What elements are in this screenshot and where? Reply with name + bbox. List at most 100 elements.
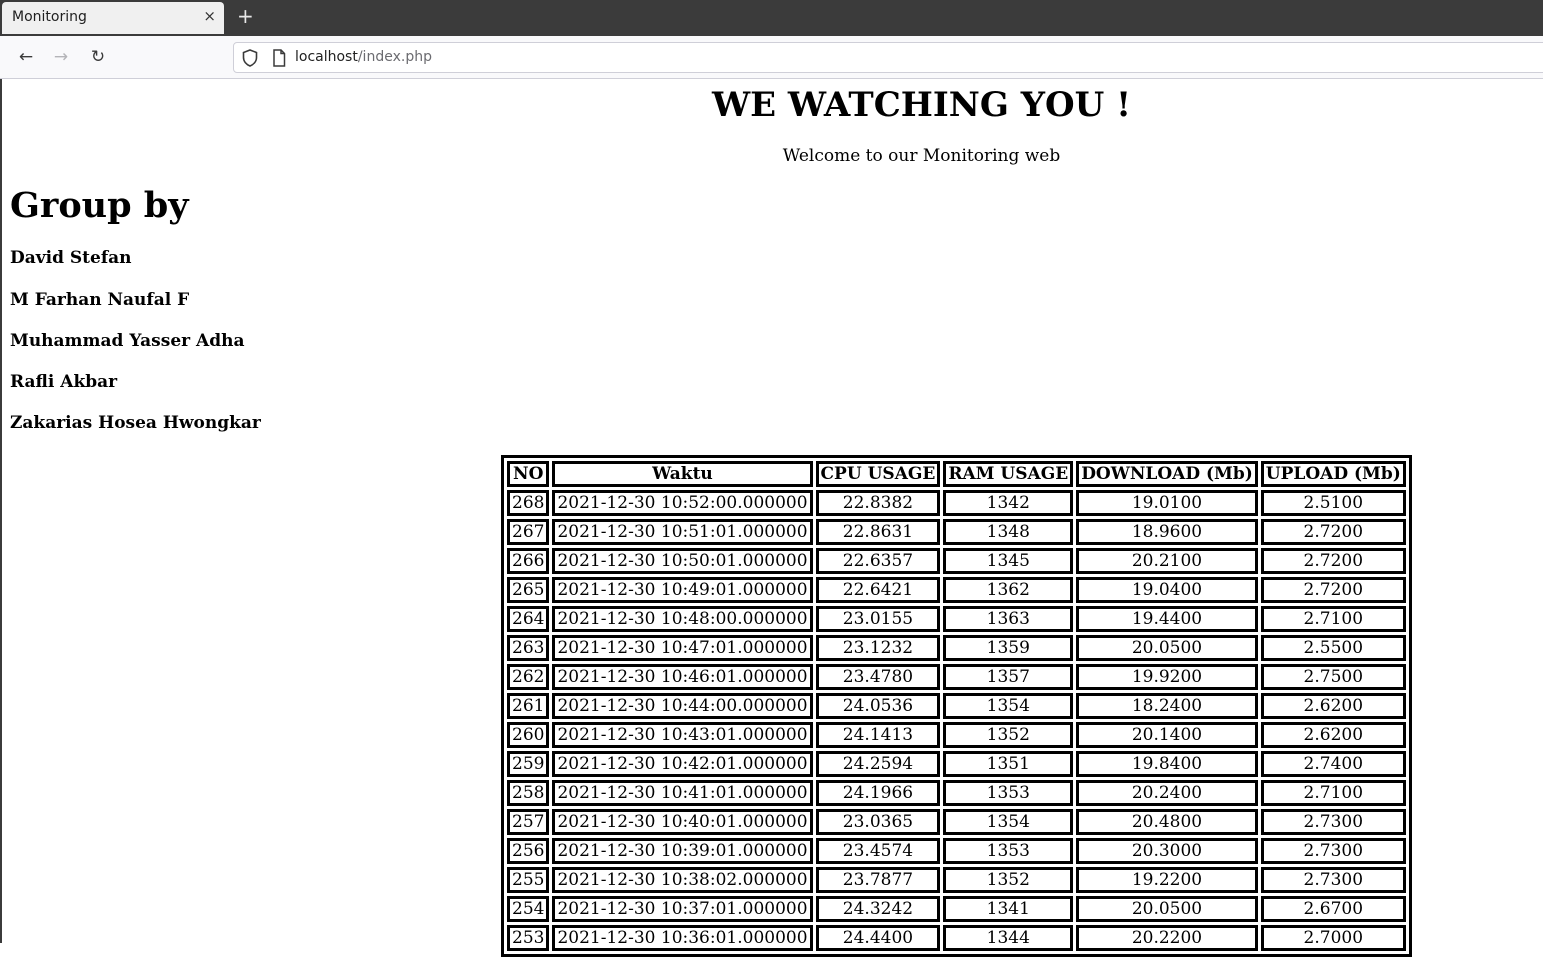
cell-cpu-usage: 24.1966 — [815, 780, 941, 806]
cell-ram-usage: 1359 — [943, 635, 1074, 661]
column-header-download: DOWNLOAD (Mb) — [1076, 461, 1258, 487]
cell-ram-usage: 1362 — [943, 577, 1074, 603]
cell-waktu: 2021-12-30 10:46:01.000000 — [552, 664, 813, 690]
table-row: 255 2021-12-30 10:38:02.000000 23.7877 1352… — [507, 867, 1406, 893]
browser-tab[interactable]: Monitoring × — [2, 2, 224, 34]
cell-cpu-usage: 24.4400 — [815, 925, 941, 951]
cell-ram-usage: 1352 — [943, 722, 1074, 748]
url-text[interactable]: localhost/index.php — [295, 49, 432, 65]
forward-icon[interactable]: → — [49, 45, 73, 69]
cell-cpu-usage: 24.3242 — [815, 896, 941, 922]
cell-waktu: 2021-12-30 10:49:01.000000 — [552, 577, 813, 603]
cell-ram-usage: 1363 — [943, 606, 1074, 632]
cell-waktu: 2021-12-30 10:36:01.000000 — [552, 925, 813, 951]
page-title: WE WATCHING YOU ! — [711, 85, 1132, 125]
cell-download: 20.2100 — [1076, 548, 1258, 574]
cell-upload: 2.7300 — [1260, 867, 1406, 893]
cell-download: 20.1400 — [1076, 722, 1258, 748]
cell-download: 20.0500 — [1076, 896, 1258, 922]
cell-ram-usage: 1341 — [943, 896, 1074, 922]
cell-download: 18.9600 — [1076, 519, 1258, 545]
cell-ram-usage: 1345 — [943, 548, 1074, 574]
cell-waktu: 2021-12-30 10:51:01.000000 — [552, 519, 813, 545]
cell-waktu: 2021-12-30 10:37:01.000000 — [552, 896, 813, 922]
member-name: David Stefan — [10, 248, 132, 268]
cell-upload: 2.7200 — [1260, 519, 1406, 545]
shield-icon[interactable] — [242, 49, 258, 67]
column-header-ram: RAM USAGE — [943, 461, 1074, 487]
cell-waktu: 2021-12-30 10:50:01.000000 — [552, 548, 813, 574]
cell-cpu-usage: 22.6421 — [815, 577, 941, 603]
cell-download: 19.9200 — [1076, 664, 1258, 690]
cell-upload: 2.7200 — [1260, 577, 1406, 603]
cell-no: 268 — [507, 490, 550, 516]
cell-upload: 2.7100 — [1260, 780, 1406, 806]
cell-cpu-usage: 22.8631 — [815, 519, 941, 545]
table-row: 260 2021-12-30 10:43:01.000000 24.1413 1352… — [507, 722, 1406, 748]
reload-icon[interactable]: ↻ — [86, 45, 110, 69]
cell-cpu-usage: 22.8382 — [815, 490, 941, 516]
cell-no: 267 — [507, 519, 550, 545]
cell-upload: 2.7400 — [1260, 751, 1406, 777]
monitoring-table: NO Waktu CPU USAGE RAM USAGE DOWNLOAD (M… — [501, 455, 1412, 957]
table-row: 259 2021-12-30 10:42:01.000000 24.2594 1351… — [507, 751, 1406, 777]
cell-ram-usage: 1344 — [943, 925, 1074, 951]
cell-cpu-usage: 23.4574 — [815, 838, 941, 864]
table-header-row: NO Waktu CPU USAGE RAM USAGE DOWNLOAD (M… — [507, 461, 1406, 487]
cell-cpu-usage: 24.0536 — [815, 693, 941, 719]
cell-download: 20.2200 — [1076, 925, 1258, 951]
back-icon[interactable]: ← — [14, 45, 38, 69]
cell-ram-usage: 1351 — [943, 751, 1074, 777]
address-bar[interactable]: localhost/index.php — [233, 42, 1543, 73]
cell-download: 19.0100 — [1076, 490, 1258, 516]
cell-upload: 2.6700 — [1260, 896, 1406, 922]
member-name: Muhammad Yasser Adha — [10, 331, 245, 351]
member-name: M Farhan Naufal F — [10, 290, 190, 310]
cell-no: 253 — [507, 925, 550, 951]
close-tab-icon[interactable]: × — [203, 7, 216, 25]
table-row: 258 2021-12-30 10:41:01.000000 24.1966 1353… — [507, 780, 1406, 806]
table-row: 257 2021-12-30 10:40:01.000000 23.0365 1354… — [507, 809, 1406, 835]
cell-cpu-usage: 23.0365 — [815, 809, 941, 835]
tab-bar: Monitoring × + — [0, 0, 1543, 36]
table-row: 261 2021-12-30 10:44:00.000000 24.0536 1354… — [507, 693, 1406, 719]
cell-ram-usage: 1354 — [943, 693, 1074, 719]
cell-upload: 2.5100 — [1260, 490, 1406, 516]
cell-ram-usage: 1354 — [943, 809, 1074, 835]
cell-ram-usage: 1342 — [943, 490, 1074, 516]
cell-cpu-usage: 24.2594 — [815, 751, 941, 777]
cell-no: 261 — [507, 693, 550, 719]
cell-waktu: 2021-12-30 10:44:00.000000 — [552, 693, 813, 719]
table-row: 267 2021-12-30 10:51:01.000000 22.8631 1348… — [507, 519, 1406, 545]
welcome-text: Welcome to our Monitoring web — [782, 146, 1061, 166]
cell-waktu: 2021-12-30 10:41:01.000000 — [552, 780, 813, 806]
cell-no: 263 — [507, 635, 550, 661]
cell-no: 265 — [507, 577, 550, 603]
cell-ram-usage: 1357 — [943, 664, 1074, 690]
table-row: 264 2021-12-30 10:48:00.000000 23.0155 1363… — [507, 606, 1406, 632]
cell-upload: 2.7300 — [1260, 838, 1406, 864]
cell-no: 258 — [507, 780, 550, 806]
table-row: 254 2021-12-30 10:37:01.000000 24.3242 1341… — [507, 896, 1406, 922]
cell-ram-usage: 1353 — [943, 780, 1074, 806]
cell-upload: 2.7200 — [1260, 548, 1406, 574]
cell-upload: 2.6200 — [1260, 693, 1406, 719]
group-heading: Group by — [10, 185, 189, 226]
new-tab-icon[interactable]: + — [237, 4, 254, 28]
column-header-no: NO — [507, 461, 550, 487]
cell-no: 256 — [507, 838, 550, 864]
cell-ram-usage: 1348 — [943, 519, 1074, 545]
cell-cpu-usage: 23.1232 — [815, 635, 941, 661]
cell-upload: 2.7100 — [1260, 606, 1406, 632]
cell-download: 19.0400 — [1076, 577, 1258, 603]
table-row: 263 2021-12-30 10:47:01.000000 23.1232 1359… — [507, 635, 1406, 661]
member-name: Zakarias Hosea Hwongkar — [10, 413, 261, 433]
cell-no: 254 — [507, 896, 550, 922]
url-path: /index.php — [357, 49, 432, 65]
page-icon[interactable] — [272, 49, 286, 67]
column-header-upload: UPLOAD (Mb) — [1260, 461, 1406, 487]
navigation-bar: ← → ↻ localhost/index.php — [0, 36, 1543, 79]
cell-no: 260 — [507, 722, 550, 748]
cell-download: 18.2400 — [1076, 693, 1258, 719]
table-row: 265 2021-12-30 10:49:01.000000 22.6421 1362… — [507, 577, 1406, 603]
